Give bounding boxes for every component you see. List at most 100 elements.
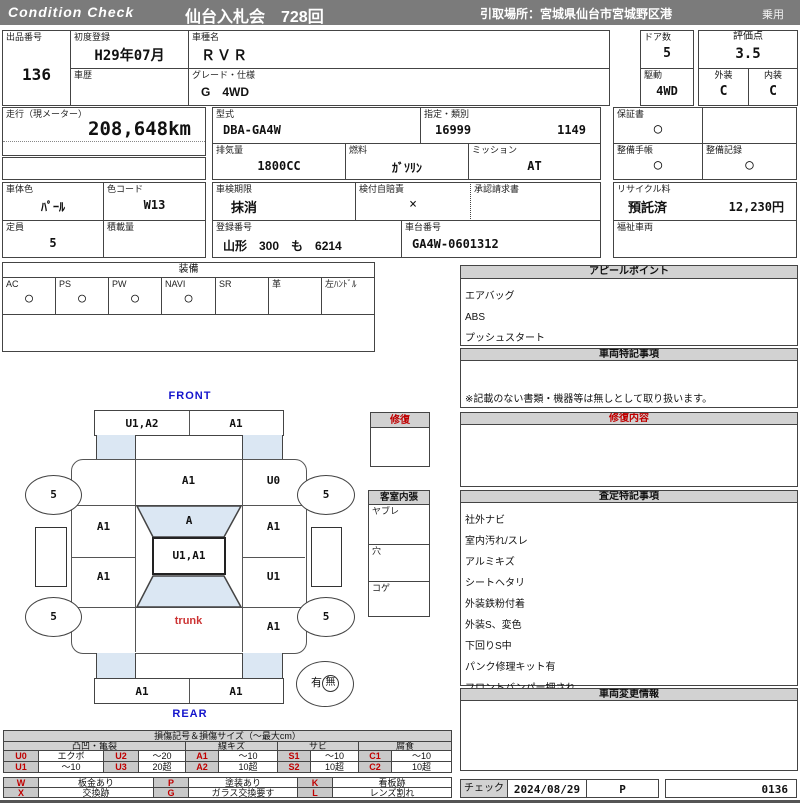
- grade-value: G 4WD: [201, 85, 250, 99]
- legend-code-text: U3: [115, 762, 127, 772]
- equipment-cell-ps: PS ○: [55, 277, 109, 315]
- interior-trim-row-burn: コゲ: [368, 581, 430, 617]
- interior-grade-cell: 内装 C: [748, 68, 798, 106]
- diagram-rear-label: REAR: [172, 708, 208, 720]
- interior-trim-row-hole: 穴: [368, 544, 430, 582]
- legend-desc: ガラス交換要す: [188, 787, 298, 798]
- legend-desc: 20超: [138, 761, 186, 773]
- assessment-line: 室内汚れ/スレ: [465, 535, 528, 547]
- legend-code-text: L: [312, 788, 318, 798]
- welfare-vehicle-label: 福祉車両: [617, 222, 654, 232]
- check-date-cell: 2024/08/29: [507, 779, 587, 798]
- chassis-number-value: GA4W-0601312: [412, 237, 499, 251]
- repair-content: [460, 424, 798, 487]
- recycle-fee-value: 12,230円: [728, 200, 784, 214]
- transmission-value: AT: [527, 159, 542, 173]
- legend-desc-text: ～10: [411, 751, 431, 761]
- lot-number-label: 出品番号: [6, 32, 43, 42]
- rear-bumper: A1 A1: [94, 678, 284, 704]
- left-rear-door-code: A1: [96, 570, 111, 583]
- maintenance-record-value: ○: [745, 157, 754, 173]
- registration-number-value: 山形 300 も 6214: [223, 239, 342, 253]
- model-code-value: DBA-GA4W: [223, 123, 281, 137]
- wheel-rear-left: 5: [25, 597, 82, 637]
- legend-desc-text: ～10: [238, 751, 258, 761]
- equipment-cell-lhd: 左ﾊﾝﾄﾞﾙ: [321, 277, 375, 315]
- mileage-divider: [3, 141, 205, 142]
- vehicle-notes-title: 車両特記事項: [599, 349, 659, 360]
- capacity-label: 定員: [6, 222, 25, 232]
- appeal-line: ABS: [465, 311, 486, 323]
- exterior-grade-cell: 外装 C: [698, 68, 749, 106]
- assessment-line: 外装S、変色: [465, 619, 522, 631]
- equipment-cell-ac: AC ○: [2, 277, 56, 315]
- body-color-value: ﾊﾟｰﾙ: [40, 200, 65, 214]
- equipment-label-ac: AC: [6, 279, 19, 289]
- warranty-label: 保証書: [617, 109, 645, 119]
- model-name-label: 車種名: [192, 32, 220, 42]
- class-label: 指定・類別: [424, 109, 470, 119]
- interior-grade-value: C: [769, 84, 777, 99]
- pickup-location: 引取場所：宮城県仙台市宮城野区港: [480, 7, 673, 21]
- legend-desc-text: レンズ割れ: [369, 788, 415, 798]
- insurance-label: 検付自賠責: [359, 184, 405, 194]
- grade-label: グレード・仕様: [192, 70, 256, 80]
- fuel-value: ｶﾞｿﾘﾝ: [391, 161, 422, 175]
- legend-desc-text: ～10: [61, 762, 81, 772]
- score-label: 評価点: [733, 31, 763, 42]
- interior-trim-header: 客室内張: [368, 490, 430, 505]
- legend-desc: ～10: [38, 761, 104, 773]
- front-right-pillar-patch: [242, 435, 283, 460]
- interior-trim-label-tear: ヤブレ: [372, 506, 400, 516]
- load-capacity-cell: 積載量: [103, 220, 206, 258]
- legend-code-text: A2: [196, 762, 208, 772]
- load-capacity-label: 積載量: [107, 222, 135, 232]
- model-code-label: 型式: [216, 109, 235, 119]
- legend-code: S2: [277, 761, 311, 773]
- rear-window-shape: [136, 575, 242, 608]
- drive-cell: 駆動 4WD: [640, 68, 694, 106]
- mileage-value: 208,648km: [88, 118, 191, 140]
- wheel-rear-right: 5: [297, 597, 355, 637]
- legend-desc-text: エクボ: [57, 751, 85, 761]
- registration-number-cell: 登録番号 山形 300 も 6214: [212, 220, 402, 258]
- mileage-label: 走行（現メーター）: [6, 109, 88, 119]
- legend-desc-text: ～20: [152, 751, 172, 761]
- legend-desc: レンズ割れ: [332, 787, 452, 798]
- legend-code-text: A1: [196, 751, 208, 761]
- legend-desc: 交換跡: [38, 787, 154, 798]
- maintenance-book-cell: 整備手帳 ○: [613, 143, 703, 180]
- equipment-title: 装備: [178, 264, 199, 275]
- score-cell: 評価点 3.5: [698, 30, 798, 69]
- legend-code-text: U1: [15, 762, 27, 772]
- brand-logo: Condition Check: [8, 4, 135, 20]
- right-rear-door-code: U1: [266, 570, 281, 583]
- front-bumper-left-code: U1,A2: [125, 417, 159, 430]
- assessment-title: 査定特記事項: [599, 491, 659, 502]
- legend-desc-text: 10超: [324, 762, 344, 772]
- welfare-vehicle-cell: 福祉車両: [613, 220, 797, 258]
- body-hline-doors-left: [72, 557, 135, 558]
- repair-mini-header: 修復: [370, 412, 430, 428]
- check-inspector-cell: P: [586, 779, 659, 798]
- appeal-content: エアバッグ ABS プッシュスタート ETC バックカメラ付き: [460, 278, 798, 385]
- doors-cell: ドア数 5: [640, 30, 694, 69]
- legend-code: U1: [3, 761, 39, 773]
- fuel-label: 燃料: [349, 145, 368, 155]
- hood-code: A1: [181, 474, 196, 487]
- fuel-cell: 燃料 ｶﾞｿﾘﾝ: [345, 143, 469, 180]
- wheel-code: 5: [322, 610, 330, 623]
- front-bumper: U1,A2 A1: [94, 410, 284, 436]
- interior-grade-label: 内装: [763, 70, 782, 80]
- legend-code-text: C1: [369, 751, 381, 761]
- score-value: 3.5: [735, 46, 761, 62]
- drive-value: 4WD: [656, 84, 678, 98]
- assessment-line: 下回りS中: [465, 640, 512, 652]
- legend-desc: 10超: [310, 761, 359, 773]
- roof-code: U1,A1: [172, 549, 206, 562]
- capacity-cell: 定員 5: [2, 220, 104, 258]
- interior-trim-label-hole: 穴: [372, 546, 382, 556]
- equipment-value-pw: ○: [131, 291, 139, 306]
- inspection-label: 車検期限: [216, 184, 253, 194]
- mileage-cell: 走行（現メーター） 208,648km: [2, 107, 206, 156]
